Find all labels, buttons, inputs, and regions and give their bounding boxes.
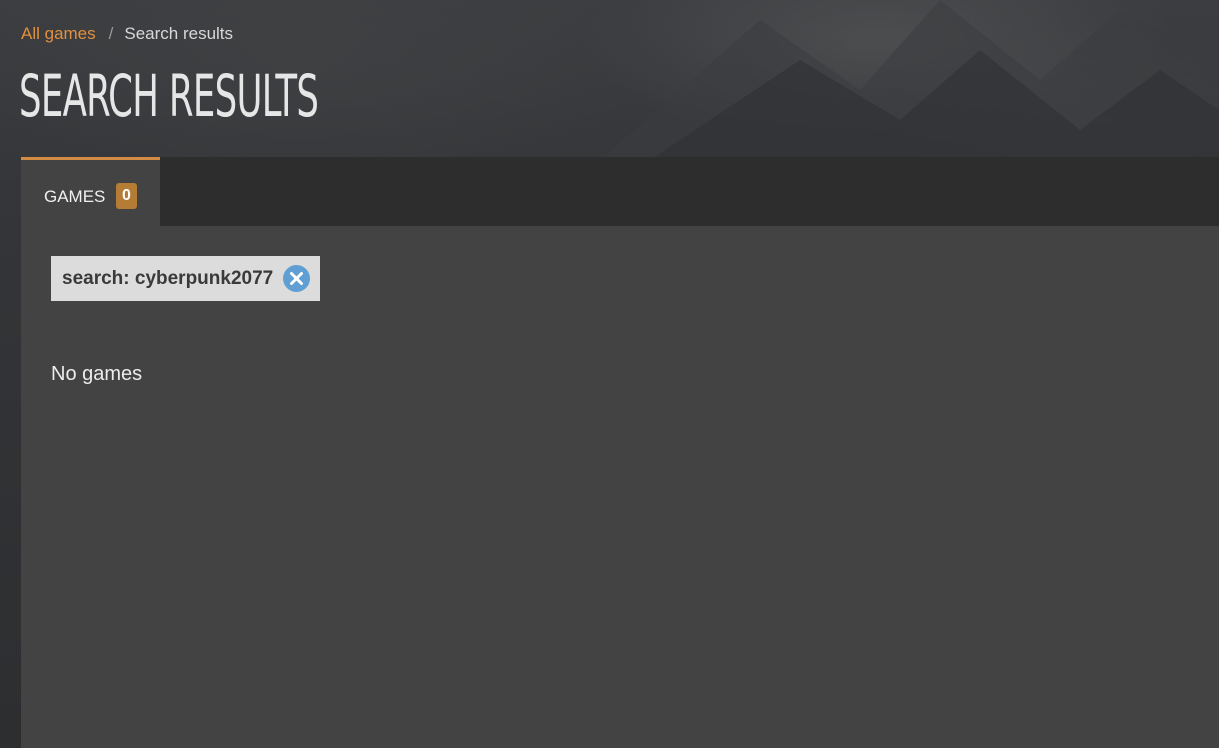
breadcrumb-current: Search results (124, 24, 234, 43)
tab-bar: GAMES 0 (21, 157, 1219, 226)
empty-results-message: No games (51, 363, 143, 385)
breadcrumb-separator: / (108, 24, 114, 43)
close-circle-icon[interactable] (283, 265, 310, 292)
results-panel: GAMES 0 search: cyberpunk2077 No games (21, 157, 1219, 748)
page-title: SEARCH RESULTS (19, 62, 319, 130)
breadcrumb-all-games-link[interactable]: All games (21, 23, 96, 45)
tab-games-count-badge: 0 (116, 183, 137, 209)
search-filter-chip: search: cyberpunk2077 (51, 256, 320, 301)
breadcrumb: All games / Search results (21, 23, 233, 45)
search-filter-label: search: cyberpunk2077 (62, 267, 274, 289)
tab-games-label: GAMES (44, 187, 106, 206)
tab-games[interactable]: GAMES 0 (21, 157, 160, 226)
